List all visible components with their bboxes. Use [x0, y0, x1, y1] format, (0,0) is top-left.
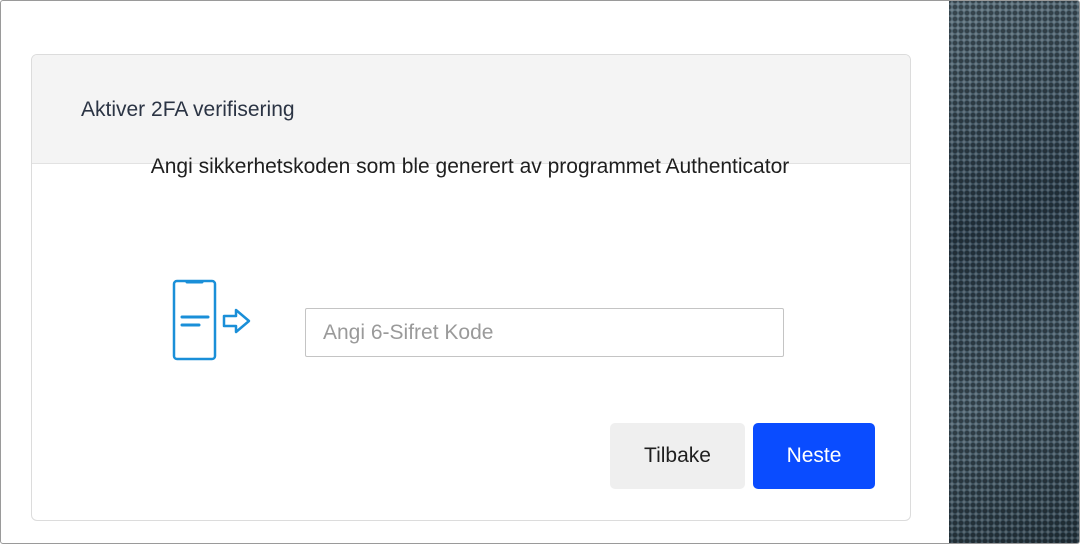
next-button[interactable]: Neste — [753, 423, 875, 489]
instruction-text: Angi sikkerhetskoden som ble generert av… — [150, 155, 790, 178]
back-button[interactable]: Tilbake — [610, 423, 745, 489]
background-photo — [949, 1, 1079, 543]
dialog-header: Aktiver 2FA verifisering — [32, 55, 910, 164]
dialog-title: Aktiver 2FA verifisering — [81, 98, 295, 121]
security-code-input[interactable] — [305, 308, 784, 357]
app-window: Aktiver 2FA verifisering Angi sikkerhets… — [0, 0, 1080, 544]
phone-send-icon — [172, 279, 251, 361]
